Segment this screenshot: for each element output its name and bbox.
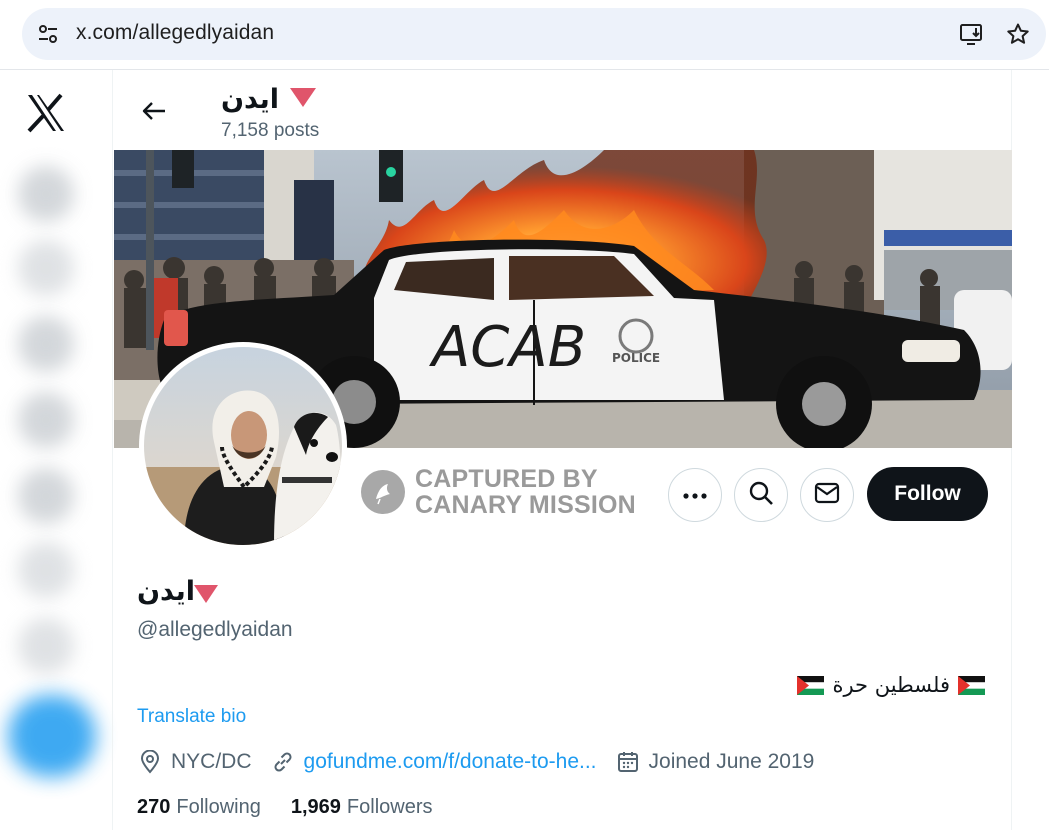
nav-item-messages-blurred[interactable] [18,392,74,448]
avatar-photo [144,347,342,545]
x-logo-icon[interactable] [24,91,68,135]
website-link[interactable]: gofundme.com/f/donate-to-he... [304,750,597,774]
followers-link[interactable]: 1,969 Followers [291,796,433,819]
following-label: Following [176,796,261,818]
following-count: 270 [137,796,171,818]
header-display-name: ايدن [221,84,280,115]
profile-avatar[interactable] [139,342,347,550]
nav-item-grok-blurred[interactable] [18,468,74,524]
search-icon [748,480,774,511]
joined-text: Joined June 2019 [648,750,815,773]
nav-item-profile-blurred[interactable] [18,618,74,674]
profile-column: ايدن 7,158 posts ACAB POLICE CAPTURED BY… [112,70,1012,830]
followers-count: 1,969 [290,796,341,818]
display-name: ايدن [137,576,196,607]
canary-mission-watermark: CAPTURED BY CANARY MISSION [361,462,636,522]
nav-item-communities-blurred[interactable] [18,542,74,598]
site-info-icon[interactable] [32,18,64,50]
follow-stats: 270 Following 1,969 Followers [137,796,463,819]
address-bar[interactable]: x.com/allegedlyaidan [22,8,1046,60]
website-item[interactable]: gofundme.com/f/donate-to-he... [270,749,597,775]
search-button[interactable] [734,468,788,522]
user-handle: @allegedlyaidan [137,618,293,641]
post-button-blurred[interactable] [8,695,96,777]
profile-header-bar: ايدن 7,158 posts [113,70,1013,150]
link-icon [270,749,296,775]
follow-button[interactable]: Follow [867,467,988,521]
palestine-flag-icon [797,675,825,695]
more-icon [683,486,707,504]
nav-item-home-blurred[interactable] [18,166,74,222]
watermark-line-2: CANARY MISSION [415,491,636,519]
red-triangle-icon [289,86,317,113]
red-triangle-icon [193,584,219,609]
message-button[interactable] [800,468,854,522]
location-item: NYC/DC [137,749,252,775]
followers-label: Followers [346,796,433,818]
nav-item-notifications-blurred[interactable] [18,316,74,372]
profile-meta: NYC/DC gofundme.com/f/donate-to-he... Jo… [137,746,832,778]
translate-bio-link[interactable]: Translate bio [137,706,246,728]
more-button[interactable] [668,468,722,522]
url-text[interactable]: x.com/allegedlyaidan [76,21,274,45]
install-app-icon[interactable] [958,20,986,48]
nav-item-explore-blurred[interactable] [18,240,74,296]
calendar-icon [615,749,641,775]
left-navigation [0,70,112,830]
back-arrow-icon[interactable] [137,94,171,128]
following-link[interactable]: 270 Following [137,796,261,819]
profile-bio: فلسطين حرة [797,673,985,697]
watermark-line-1: CAPTURED BY [415,465,598,493]
car-police-text: POLICE [612,351,660,365]
browser-toolbar: x.com/allegedlyaidan [0,0,1049,70]
header-posts-count: 7,158 posts [221,120,320,141]
bookmark-star-icon[interactable] [1004,20,1032,48]
canary-bird-icon [361,470,405,514]
location-pin-icon [137,749,163,775]
location-text: NYC/DC [171,750,252,773]
palestine-flag-icon [958,675,985,695]
bio-text: فلسطين حرة [832,673,950,697]
envelope-icon [814,482,840,509]
joined-item: Joined June 2019 [615,749,815,775]
car-graffiti-text: ACAB [429,315,586,380]
